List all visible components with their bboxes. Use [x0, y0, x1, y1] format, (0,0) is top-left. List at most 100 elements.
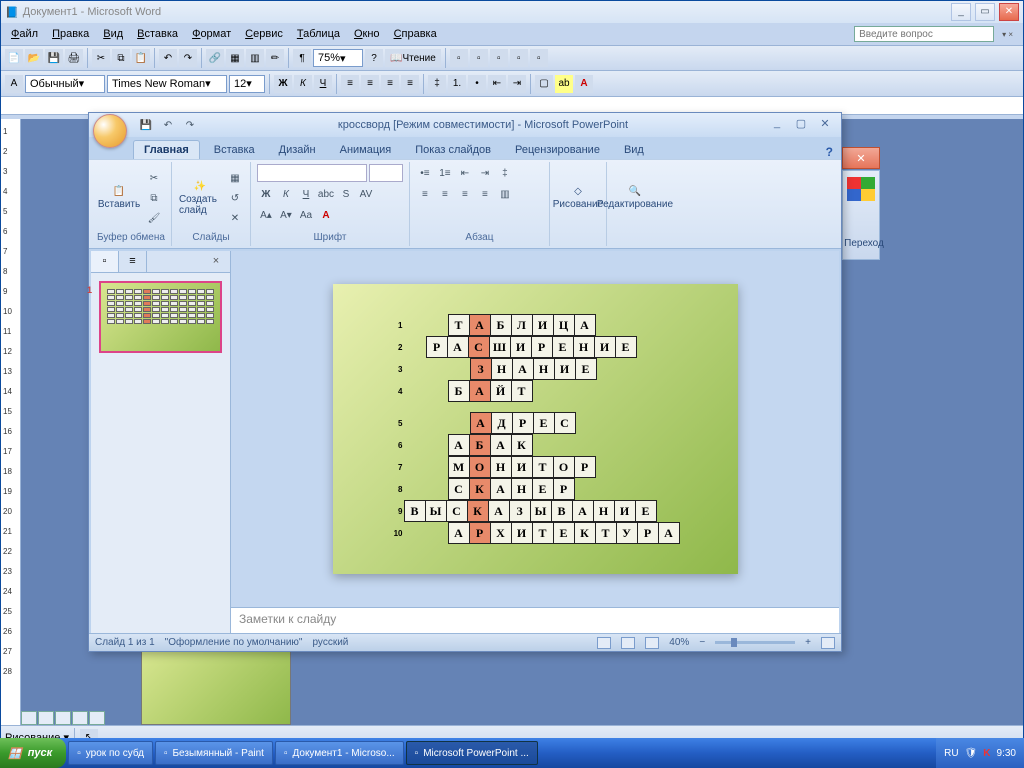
background-window-close-button[interactable]: ✕: [842, 147, 880, 169]
word-font-combo[interactable]: Times New Roman ▾: [107, 75, 227, 93]
word-help-search[interactable]: [854, 26, 994, 42]
copy-icon[interactable]: ⧉: [145, 189, 163, 207]
pp-sorter-view-button[interactable]: [621, 637, 635, 649]
pp-fit-button[interactable]: [821, 637, 835, 649]
pp-font-combo[interactable]: [257, 164, 367, 182]
tbx3-icon[interactable]: ▫: [490, 49, 508, 67]
pp-indent-dec-icon[interactable]: ⇤: [456, 164, 474, 182]
pp-bold-icon[interactable]: Ж: [257, 185, 275, 203]
pp-tab-Рецензирование[interactable]: Рецензирование: [505, 141, 610, 159]
outline-tab[interactable]: ≡: [119, 251, 147, 272]
word-normal-view[interactable]: [21, 711, 37, 725]
numbering-icon[interactable]: 1.: [448, 75, 466, 93]
word-reading-view[interactable]: [89, 711, 105, 725]
slide-thumbnail-1[interactable]: 1: [99, 281, 222, 353]
pp-minimize-button[interactable]: _: [767, 117, 787, 133]
pp-notes-pane[interactable]: Заметки к слайду: [231, 607, 839, 633]
pp-numbering-icon[interactable]: 1≡: [436, 164, 454, 182]
pp-zoom-out[interactable]: −: [699, 637, 705, 648]
styles-icon[interactable]: A: [5, 75, 23, 93]
word-menu-Справка[interactable]: Справка: [388, 26, 443, 42]
pp-tab-Главная[interactable]: Главная: [133, 140, 200, 159]
cut-icon[interactable]: ✂: [92, 49, 110, 67]
align-right-icon[interactable]: ≡: [381, 75, 399, 93]
pp-canvas[interactable]: 1ТАБЛИЦА2РАСШИРЕНИЕ3ЗНАНИЕ4БАЙТ5АДРЕС6АБ…: [231, 251, 839, 607]
pp-slideshow-button[interactable]: [645, 637, 659, 649]
word-vertical-ruler[interactable]: 1234567891011121314151617181920212223242…: [1, 119, 21, 745]
slide-layout-icon[interactable]: ▦: [226, 169, 244, 187]
paste-button[interactable]: 📋Вставить: [97, 166, 141, 230]
format-painter-icon[interactable]: 🖌: [145, 209, 163, 227]
table-icon[interactable]: ▦: [226, 49, 244, 67]
increase-indent-icon[interactable]: ⇥: [508, 75, 526, 93]
word-menu-Правка[interactable]: Правка: [46, 26, 95, 42]
italic-icon[interactable]: К: [294, 75, 312, 93]
pp-columns-icon[interactable]: ▥: [496, 185, 514, 203]
word-print-view[interactable]: [55, 711, 71, 725]
pp-bullets-icon[interactable]: •≡: [416, 164, 434, 182]
align-justify-icon[interactable]: ≡: [401, 75, 419, 93]
close-panel-button[interactable]: ×: [202, 251, 230, 272]
qat-undo-icon[interactable]: ↶: [159, 116, 177, 134]
highlight-icon[interactable]: ab: [555, 75, 573, 93]
new-slide-button[interactable]: ✨Создать слайд: [178, 166, 222, 230]
align-left-icon[interactable]: ≡: [341, 75, 359, 93]
pp-tab-Анимация[interactable]: Анимация: [330, 141, 402, 159]
pp-tab-Дизайн[interactable]: Дизайн: [269, 141, 326, 159]
drawing-button[interactable]: ◇Рисование: [556, 166, 600, 230]
tbx4-icon[interactable]: ▫: [510, 49, 528, 67]
word-menu-Таблица[interactable]: Таблица: [291, 26, 346, 42]
taskbar-item[interactable]: ▫Безымянный - Paint: [155, 741, 273, 765]
pp-case-icon[interactable]: Aa: [297, 206, 315, 224]
new-doc-icon[interactable]: 📄: [5, 49, 23, 67]
pp-italic-icon[interactable]: К: [277, 185, 295, 203]
word-minimize-button[interactable]: _: [951, 3, 971, 21]
decrease-indent-icon[interactable]: ⇤: [488, 75, 506, 93]
copy-icon[interactable]: ⧉: [112, 49, 130, 67]
pp-zoom-slider[interactable]: [715, 641, 795, 644]
tray-shield-icon[interactable]: 🛡: [965, 748, 978, 759]
columns-icon[interactable]: ▥: [246, 49, 264, 67]
pp-maximize-button[interactable]: ▢: [791, 117, 811, 133]
line-spacing-icon[interactable]: ‡: [428, 75, 446, 93]
pp-tab-Вид[interactable]: Вид: [614, 141, 654, 159]
pp-normal-view-button[interactable]: [597, 637, 611, 649]
redo-icon[interactable]: ↷: [179, 49, 197, 67]
hyperlink-icon[interactable]: 🔗: [206, 49, 224, 67]
slide-delete-icon[interactable]: ✕: [226, 209, 244, 227]
tbx1-icon[interactable]: ▫: [450, 49, 468, 67]
word-menu-Формат[interactable]: Формат: [186, 26, 237, 42]
bold-icon[interactable]: Ж: [274, 75, 292, 93]
pp-strike-icon[interactable]: abc: [317, 185, 335, 203]
tbx2-icon[interactable]: ▫: [470, 49, 488, 67]
word-menu-Файл[interactable]: Файл: [5, 26, 44, 42]
paste-icon[interactable]: 📋: [132, 49, 150, 67]
font-color-icon[interactable]: A: [575, 75, 593, 93]
pp-align-justify-icon[interactable]: ≡: [476, 185, 494, 203]
slides-tab[interactable]: ▫: [91, 251, 119, 272]
tray-clock[interactable]: 9:30: [997, 748, 1016, 759]
taskbar-item[interactable]: ▫Microsoft PowerPoint ...: [406, 741, 538, 765]
word-menu-Вид[interactable]: Вид: [97, 26, 129, 42]
pp-close-button[interactable]: ✕: [815, 117, 835, 133]
pp-linespace-icon[interactable]: ‡: [496, 164, 514, 182]
qat-save-icon[interactable]: 💾: [137, 116, 155, 134]
office-button[interactable]: [93, 114, 127, 148]
word-close-button[interactable]: ✕: [999, 3, 1019, 21]
slide-reset-icon[interactable]: ↺: [226, 189, 244, 207]
editing-button[interactable]: 🔍Редактирование: [613, 166, 657, 230]
pp-help-icon[interactable]: ?: [826, 145, 833, 159]
pp-font-color-icon[interactable]: A: [317, 206, 335, 224]
open-icon[interactable]: 📂: [25, 49, 43, 67]
help-icon[interactable]: ?: [365, 49, 383, 67]
tray-kaspersky-icon[interactable]: K: [983, 748, 990, 759]
show-marks-icon[interactable]: ¶: [293, 49, 311, 67]
pp-indent-inc-icon[interactable]: ⇥: [476, 164, 494, 182]
pp-shadow-icon[interactable]: S: [337, 185, 355, 203]
pp-underline-icon[interactable]: Ч: [297, 185, 315, 203]
word-size-combo[interactable]: 12 ▾: [229, 75, 265, 93]
pp-tab-Вставка[interactable]: Вставка: [204, 141, 265, 159]
borders-icon[interactable]: ▢: [535, 75, 553, 93]
pp-size-combo[interactable]: [369, 164, 403, 182]
word-style-combo[interactable]: Обычный ▾: [25, 75, 105, 93]
